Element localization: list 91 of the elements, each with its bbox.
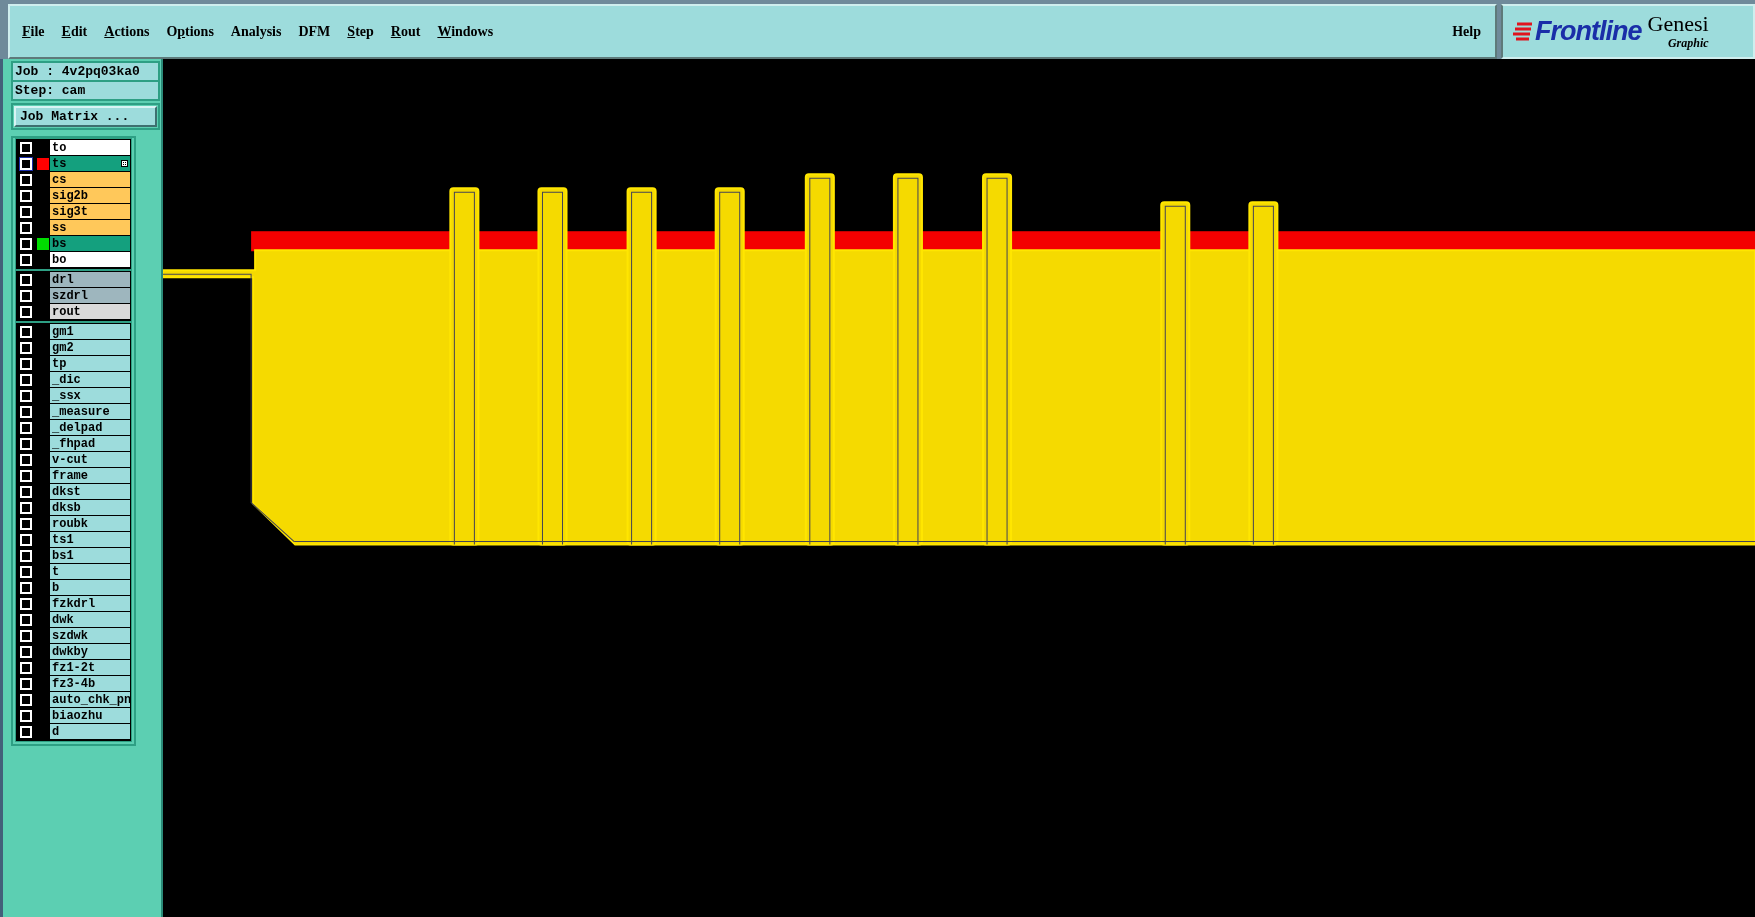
- layer-name[interactable]: sig3t: [50, 204, 130, 219]
- layer-checkbox[interactable]: [19, 516, 33, 531]
- layer-name[interactable]: auto_chk_pn: [50, 692, 130, 707]
- layer-name[interactable]: _dic: [50, 372, 130, 387]
- layer-name[interactable]: fz3-4b: [50, 676, 130, 691]
- layer-checkbox[interactable]: [19, 372, 33, 387]
- layer-name[interactable]: t: [50, 564, 130, 579]
- layer-name[interactable]: ts1: [50, 532, 130, 547]
- layer-name[interactable]: v-cut: [50, 452, 130, 467]
- speed-lines-icon: [1513, 20, 1533, 43]
- layer-name[interactable]: sig2b: [50, 188, 130, 203]
- layer-name[interactable]: _measure: [50, 404, 130, 419]
- layer-checkbox[interactable]: [19, 204, 33, 219]
- layer-name[interactable]: drl: [50, 272, 130, 287]
- layer-name[interactable]: gm2: [50, 340, 130, 355]
- layer-checkbox[interactable]: [19, 340, 33, 355]
- layer-name[interactable]: dksb: [50, 500, 130, 515]
- layer-name[interactable]: _ssx: [50, 388, 130, 403]
- menu-item[interactable]: Actions: [104, 23, 150, 40]
- layer-checkbox[interactable]: [19, 644, 33, 659]
- layer-checkbox[interactable]: [19, 468, 33, 483]
- product-subtitle: Graphic: [1667, 36, 1709, 51]
- layer-checkbox[interactable]: [19, 188, 33, 203]
- layer-name[interactable]: bo: [50, 252, 130, 267]
- menu-item[interactable]: Options: [166, 23, 214, 40]
- menu-item[interactable]: File: [22, 23, 45, 40]
- layer-name[interactable]: rout: [50, 304, 130, 319]
- layer-checkbox[interactable]: [19, 420, 33, 435]
- layer-checkbox[interactable]: [19, 252, 33, 267]
- layer-checkbox[interactable]: [19, 692, 33, 707]
- layer-name[interactable]: szdwk: [50, 628, 130, 643]
- job-label: Job : 4v2pq03ka0: [13, 63, 158, 80]
- layer-name[interactable]: biaozhu: [50, 708, 130, 723]
- layer-checkbox[interactable]: [19, 324, 33, 339]
- layer-name[interactable]: ss: [50, 220, 130, 235]
- layer-name[interactable]: szdrl: [50, 288, 130, 303]
- job-matrix-button[interactable]: Job Matrix ...: [14, 106, 157, 127]
- layer-checkbox[interactable]: [19, 564, 33, 579]
- layer-checkbox[interactable]: [19, 452, 33, 467]
- layer-checkbox[interactable]: [19, 596, 33, 611]
- layer-checkbox[interactable]: [19, 532, 33, 547]
- layer-name[interactable]: dwkby: [50, 644, 130, 659]
- layer-checkbox[interactable]: [19, 580, 33, 595]
- layer-name[interactable]: roubk: [50, 516, 130, 531]
- layer-checkbox[interactable]: [19, 404, 33, 419]
- layer-checkbox[interactable]: [19, 612, 33, 627]
- menu-item[interactable]: Analysis: [230, 23, 282, 40]
- menu-item[interactable]: Rout: [390, 23, 421, 40]
- layer-checkbox[interactable]: [19, 628, 33, 643]
- layer-checkbox[interactable]: [19, 272, 33, 287]
- layer-name[interactable]: fzkdrl: [50, 596, 130, 611]
- layer-checkbox[interactable]: [19, 140, 33, 155]
- menu-item[interactable]: Step: [347, 23, 374, 40]
- help-menu[interactable]: Help: [1452, 23, 1481, 40]
- layer-checkbox[interactable]: [19, 304, 33, 319]
- layer-checkbox[interactable]: [19, 220, 33, 235]
- layer-name[interactable]: bs1: [50, 548, 130, 563]
- layer-name[interactable]: _delpad: [50, 420, 130, 435]
- layer-checkbox[interactable]: [19, 676, 33, 691]
- product-name: Genesi: [1647, 12, 1709, 36]
- layer-name[interactable]: b: [50, 580, 130, 595]
- menu-item[interactable]: DFM: [298, 23, 331, 40]
- menu-item[interactable]: Windows: [437, 23, 494, 40]
- layer-checkbox[interactable]: [19, 660, 33, 675]
- layer-name[interactable]: tp: [50, 356, 130, 371]
- layer-name[interactable]: bs: [50, 236, 130, 251]
- step-label: Step: cam: [13, 82, 158, 99]
- layer-name[interactable]: ts: [50, 156, 130, 171]
- layer-checkbox[interactable]: [19, 156, 33, 171]
- layer-name[interactable]: cs: [50, 172, 130, 187]
- layer-name[interactable]: _fhpad: [50, 436, 130, 451]
- brand-logo-text: Frontline: [1535, 16, 1642, 47]
- layer-name[interactable]: d: [50, 724, 130, 739]
- layer-name[interactable]: frame: [50, 468, 130, 483]
- layer-checkbox[interactable]: [19, 724, 33, 739]
- layer-checkbox[interactable]: [19, 484, 33, 499]
- layer-checkbox[interactable]: [19, 356, 33, 371]
- layer-name[interactable]: dkst: [50, 484, 130, 499]
- menu-item[interactable]: Edit: [61, 23, 88, 40]
- layer-checkbox[interactable]: [19, 388, 33, 403]
- layer-name[interactable]: dwk: [50, 612, 130, 627]
- layer-checkbox[interactable]: [19, 500, 33, 515]
- layer-name[interactable]: to: [50, 140, 130, 155]
- layer-name[interactable]: gm1: [50, 324, 130, 339]
- layer-checkbox[interactable]: [19, 236, 33, 251]
- layer-checkbox[interactable]: [19, 548, 33, 563]
- layer-name[interactable]: fz1-2t: [50, 660, 130, 675]
- layer-checkbox[interactable]: [19, 172, 33, 187]
- layer-checkbox[interactable]: [19, 436, 33, 451]
- layer-checkbox[interactable]: [19, 708, 33, 723]
- layer-checkbox[interactable]: [19, 288, 33, 303]
